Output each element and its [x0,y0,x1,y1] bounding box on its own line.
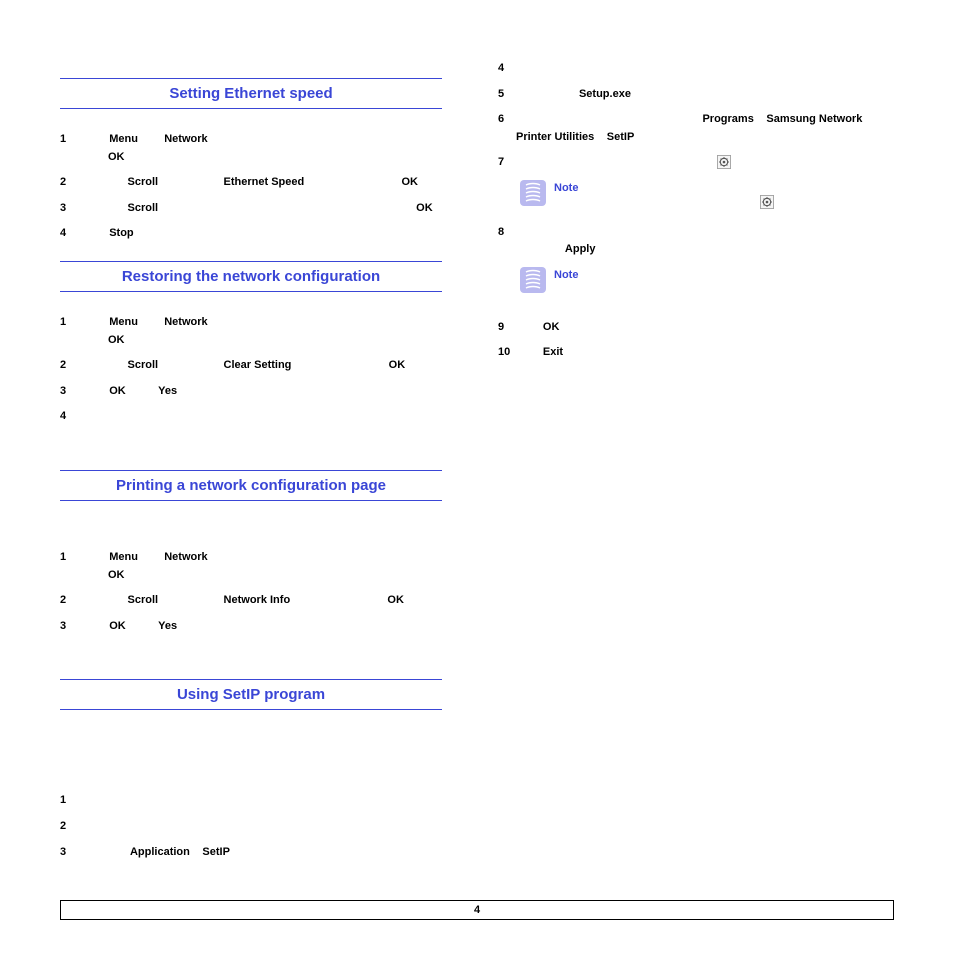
step-item: 2Press the Scroll buttons until Ethernet… [60,174,442,192]
step-item: 10Click Exit to close the SetIP program. [498,344,880,362]
step-item: 2Press the Scroll buttons until Clear Se… [60,357,442,375]
step-text: Click Exit to close the SetIP program. [516,344,880,362]
step-text: Select the language. [516,60,880,78]
page-number-footer: 4 [60,900,894,920]
step-number: 3 [60,618,78,636]
step-number: 1 [60,131,78,149]
step-item: 3Press OK when Yes appears to restore th… [60,383,442,401]
step-text: Power the machine off and back on. [78,408,442,426]
step-number: 10 [498,344,516,362]
steps-ethernet-speed: 1Press Menu until Network appears on the… [60,131,442,243]
step-text: Press the Scroll buttons until Ethernet … [78,174,442,192]
step-text: Press Menu until Network appears on the … [78,131,442,166]
step-text: Press the Scroll buttons until Network I… [78,592,442,610]
step-number: 3 [60,844,78,862]
step-number: 9 [498,319,516,337]
step-text: Press Menu until Network appears on the … [78,549,442,584]
step-number: 2 [60,818,78,836]
note-body-1: If you cannot find your printer name, cl… [554,194,880,212]
step-number: 4 [60,225,78,243]
step-text: From the Windows Start menu, select Prog… [516,111,880,146]
step-number: 6 [498,111,516,129]
two-column-layout: Setting Ethernet speed 1Press Menu until… [60,60,894,869]
step-number: 2 [60,174,78,192]
step-item: 6From the Windows Start menu, select Pro… [498,111,880,146]
steps-right-b: 8Enter the MAC address, IP address, subn… [498,224,880,259]
step-item: 1Press Menu until Network appears on the… [60,314,442,349]
step-number: 1 [60,314,78,332]
step-item: 3Press the Scroll buttons until the spee… [60,200,442,218]
heading-ethernet-speed: Setting Ethernet speed [60,78,442,109]
document-page: Setting Ethernet speed 1Press Menu until… [0,0,954,954]
step-item: 2Press the Scroll buttons until Network … [60,592,442,610]
gear-icon [760,195,774,209]
steps-right-a: 4Select the language.5Double-click Setup… [498,60,880,172]
left-column: Setting Ethernet speed 1Press Menu until… [60,60,442,869]
step-item: 7Select the name of your printer and cli… [498,154,880,172]
steps-print-config: 1Press Menu until Network appears on the… [60,549,442,635]
step-number: 3 [60,383,78,401]
gear-icon [717,155,731,169]
heading-setip: Using SetIP program [60,679,442,710]
step-number: 1 [60,549,78,567]
step-text: Double-click Setup.exe. [516,86,880,104]
step-text: Select the Application > SetIP folder. [78,844,442,862]
step-item: 2Insert the supplied CD-ROM into your CD… [60,818,442,836]
step-item: 3Press OK when Yes appears. [60,618,442,636]
step-text: Click OK to confirm the settings. [516,319,880,337]
step-number: 5 [498,86,516,104]
step-text: Press OK when Yes appears to restore the… [78,383,442,401]
note-icon [520,267,546,293]
note-block-1: Note If you cannot find your printer nam… [520,180,880,212]
page-number: 4 [474,904,480,916]
step-text: Select the name of your printer and clic… [516,154,880,172]
step-item: 5Double-click Setup.exe. [498,86,880,104]
step-number: 2 [60,592,78,610]
step-item: 4Select the language. [498,60,880,78]
note-icon [520,180,546,206]
step-item: 3Select the Application > SetIP folder. [60,844,442,862]
step-item: 1Print the network information report. [60,792,442,810]
step-number: 3 [60,200,78,218]
step-item: 4Power the machine off and back on. [60,408,442,426]
step-text: Print the network information report. [78,792,442,810]
note-block-2: Note [520,267,880,293]
step-text: Enter the MAC address, IP address, subne… [516,224,880,259]
step-number: 1 [60,792,78,810]
step-text: Press the Scroll buttons until Clear Set… [78,357,442,375]
heading-restore-network: Restoring the network configuration [60,261,442,292]
step-text: Press Stop to return to Standby mode. [78,225,442,243]
step-text: Press OK when Yes appears. [78,618,442,636]
step-number: 2 [60,357,78,375]
step-text: Press Menu until Network appears on the … [78,314,442,349]
steps-setip: 1Print the network information report.2I… [60,792,442,861]
step-number: 4 [60,408,78,426]
step-item: 1Press Menu until Network appears on the… [60,131,442,166]
step-item: 1Press Menu until Network appears on the… [60,549,442,584]
steps-restore-network: 1Press Menu until Network appears on the… [60,314,442,426]
step-number: 7 [498,154,516,172]
step-number: 8 [498,224,516,242]
steps-right-c: 9Click OK to confirm the settings.10Clic… [498,319,880,362]
note-label: Note [554,180,880,194]
step-number: 4 [498,60,516,78]
right-column: 4Select the language.5Double-click Setup… [498,60,880,869]
note-label: Note [554,267,880,281]
step-item: 9Click OK to confirm the settings. [498,319,880,337]
step-text: Press the Scroll buttons until the speed… [78,200,442,218]
step-item: 8Enter the MAC address, IP address, subn… [498,224,880,259]
step-item: 4Press Stop to return to Standby mode. [60,225,442,243]
heading-print-config: Printing a network configuration page [60,470,442,501]
step-text: Insert the supplied CD-ROM into your CD-… [78,818,442,836]
